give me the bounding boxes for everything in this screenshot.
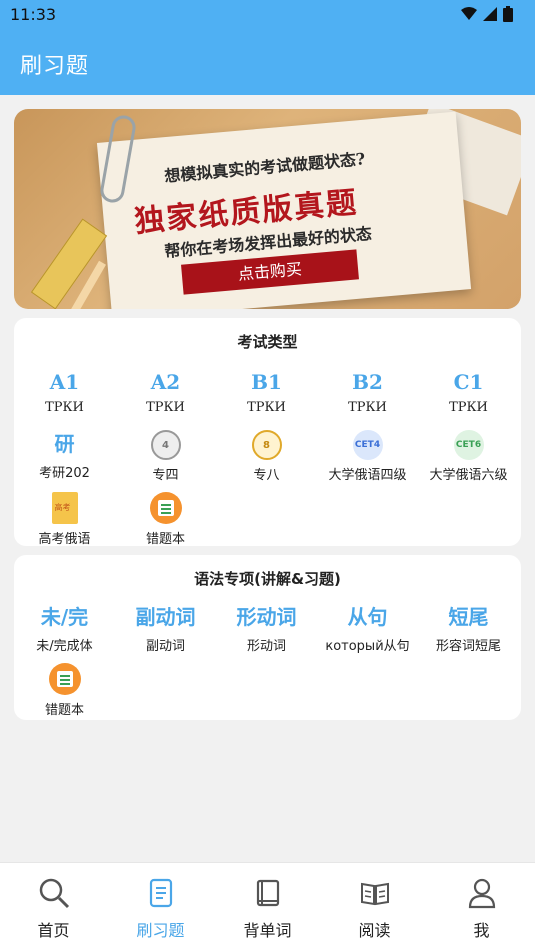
exam-label: 大学俄语六级 (429, 468, 508, 483)
grammar-label: 形动词 (246, 639, 286, 654)
mistake-book-icon (48, 663, 81, 695)
exam-label: 高考俄语 (38, 532, 91, 547)
search-icon (39, 878, 69, 909)
grammar-clause[interactable]: 从句 который从句 (317, 603, 418, 654)
nav-home[interactable]: 首页 (0, 877, 107, 941)
level-label: ТРКИ (348, 400, 387, 415)
gaokao-book-icon (51, 492, 78, 524)
level-label: ТРКИ (146, 400, 185, 415)
scroll-icon (149, 878, 172, 908)
grammar-title: 语法专项(讲解&习题) (194, 570, 341, 588)
exam-kaoyan[interactable]: 研 考研202 (14, 430, 115, 481)
grammar-card: 语法专项(讲解&习题) 未/完 未/完成体 副动词 副动词 形动词 形动词 从句… (14, 555, 521, 720)
level-code: A1 (49, 370, 80, 394)
status-bar: 11:33 (0, 0, 535, 30)
level-label: ТРКИ (247, 400, 286, 415)
grammar-name: 从句 (347, 605, 388, 629)
exam-gaokao[interactable]: 高考俄语 (14, 492, 115, 547)
nav-vocab[interactable]: 背单词 (214, 877, 321, 941)
grammar-label: 错题本 (44, 703, 84, 718)
nav-label: 阅读 (358, 921, 391, 940)
status-icons (461, 6, 513, 22)
medal-4-icon: 4 (150, 430, 181, 460)
exam-label: 专八 (253, 468, 280, 483)
exam-mistakes[interactable]: 错题本 (115, 492, 216, 547)
grammar-label: 形容词短尾 (435, 639, 501, 654)
grammar-name: 短尾 (448, 605, 489, 629)
exam-b2[interactable]: B2 ТРКИ (317, 368, 418, 415)
open-book-icon (360, 882, 389, 906)
grammar-label: 未/完成体 (36, 639, 93, 654)
grammar-gerund[interactable]: 副动词 副动词 (115, 603, 216, 654)
exam-label: 大学俄语四级 (328, 468, 407, 483)
exam-types-card: 考试类型 A1 ТРКИ A2 ТРКИ B1 ТРКИ B2 ТРКИ C1 … (14, 318, 521, 547)
battery-icon (503, 6, 513, 22)
grammar-label: 副动词 (145, 639, 185, 654)
exam-b1[interactable]: B1 ТРКИ (216, 368, 317, 415)
exam-tem8[interactable]: 8 专八 (216, 430, 317, 483)
nav-profile[interactable]: 我 (428, 877, 535, 941)
medal-8-icon: 8 (251, 430, 282, 460)
cet6-icon: CET6 (453, 430, 484, 460)
exam-tem4[interactable]: 4 专四 (115, 430, 216, 483)
grammar-mistakes[interactable]: 错题本 (14, 663, 115, 718)
user-icon (468, 878, 495, 909)
kaoyan-icon: 研 (54, 432, 75, 456)
nav-reading[interactable]: 阅读 (321, 877, 428, 941)
level-code: B1 (251, 370, 282, 394)
exam-c1[interactable]: C1 ТРКИ (418, 368, 519, 415)
status-time: 11:33 (10, 5, 57, 24)
level-code: B2 (352, 370, 383, 394)
nav-practice[interactable]: 刷习题 (107, 877, 214, 941)
level-code: C1 (453, 370, 484, 394)
nav-label: 我 (473, 921, 490, 940)
exam-a1[interactable]: A1 ТРКИ (14, 368, 115, 415)
exam-label: 考研202 (39, 466, 90, 481)
promo-banner[interactable]: 想模拟真实的考试做题状态? 独家纸质版真题 帮你在考场发挥出最好的状态 点击购买 (14, 109, 521, 309)
page-title: 刷习题 (20, 54, 90, 79)
exam-label: 错题本 (145, 532, 185, 547)
exam-cet6[interactable]: CET6 大学俄语六级 (418, 430, 519, 483)
exam-a2[interactable]: A2 ТРКИ (115, 368, 216, 415)
level-code: A2 (150, 370, 181, 394)
nav-label: 背单词 (243, 921, 292, 940)
nav-label: 刷习题 (136, 921, 185, 940)
exam-cet4[interactable]: CET4 大学俄语四级 (317, 430, 418, 483)
book-icon (256, 879, 279, 907)
exam-types-title: 考试类型 (237, 333, 298, 351)
exam-label: 专四 (152, 468, 179, 483)
level-label: ТРКИ (449, 400, 488, 415)
nav-label: 首页 (37, 921, 70, 940)
mistake-book-icon (149, 492, 182, 524)
bottom-nav: 首页 刷习题 背单词 阅读 我 (0, 862, 535, 951)
grammar-short-form[interactable]: 短尾 形容词短尾 (418, 603, 519, 654)
wifi-icon (461, 7, 477, 20)
signal-icon (483, 7, 497, 21)
grammar-name: 形动词 (236, 605, 297, 629)
grammar-name: 副动词 (135, 605, 196, 629)
cet4-icon: CET4 (352, 430, 383, 460)
grammar-aspect[interactable]: 未/完 未/完成体 (14, 603, 115, 654)
level-label: ТРКИ (45, 400, 84, 415)
grammar-label: который从句 (325, 639, 410, 654)
grammar-name: 未/完 (40, 605, 89, 629)
grammar-participle[interactable]: 形动词 形动词 (216, 603, 317, 654)
app-bar: 11:33 刷习题 (0, 0, 535, 95)
ruler-image (30, 218, 108, 309)
